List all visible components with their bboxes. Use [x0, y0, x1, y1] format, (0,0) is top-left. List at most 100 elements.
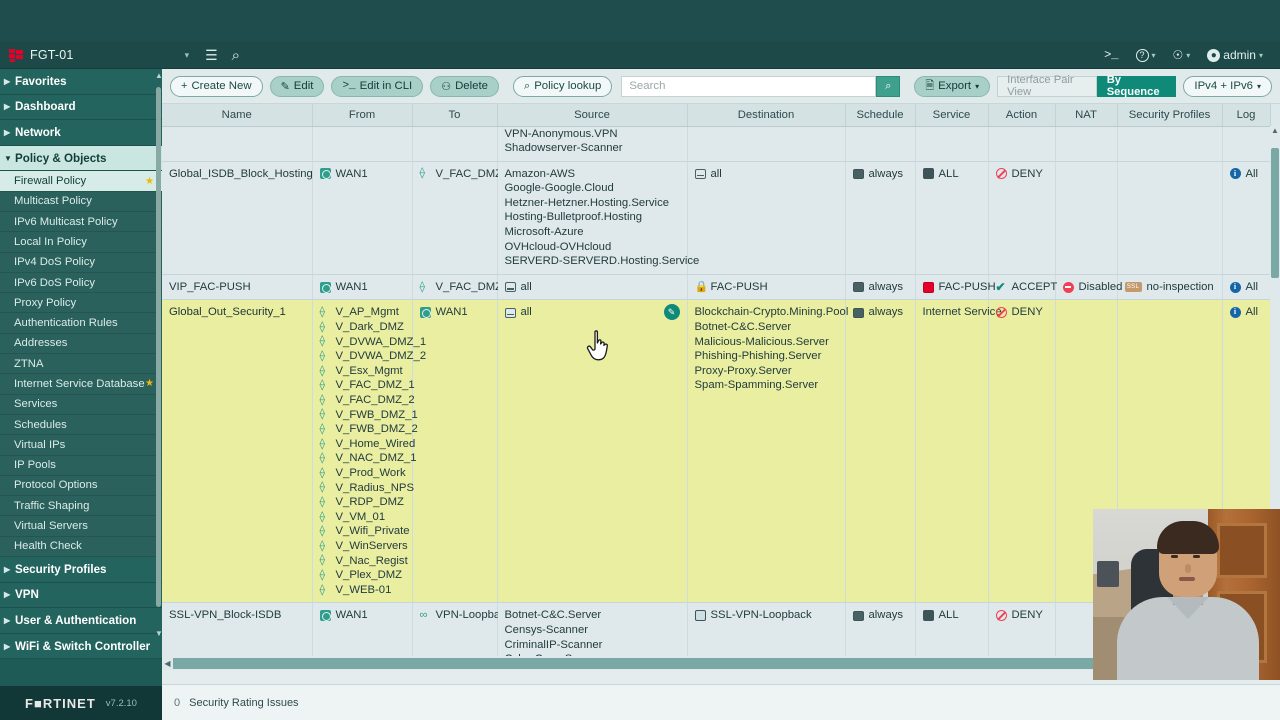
- cell-name[interactable]: [162, 126, 313, 162]
- sidebar-item-ipv6-dos-policy[interactable]: IPv6 DoS Policy: [0, 272, 162, 294]
- table-row[interactable]: VIP_FAC-PUSH WAN1 ⟠ V_FAC_DMZ_2 all 🔒 FAC-…: [162, 274, 1271, 301]
- sidebar-group-wifi-switch-controller[interactable]: ▶ WiFi & Switch Controller: [0, 633, 162, 660]
- column-header-name[interactable]: Name: [162, 104, 313, 127]
- cell-service[interactable]: ALL: [915, 161, 989, 275]
- notifications-menu[interactable]: ☉ ▾: [1166, 48, 1198, 62]
- cell-service[interactable]: FAC-PUSH: [915, 274, 996, 301]
- sidebar-group-vpn[interactable]: ▶ VPN: [0, 582, 162, 609]
- user-menu[interactable]: ● admin ▾: [1200, 48, 1270, 62]
- sidebar-item-protocol-options[interactable]: Protocol Options: [0, 475, 162, 497]
- cell-from[interactable]: ⟠ V_AP_Mgmt ⟠ V_Dark_DMZ ⟠ V_DVWA_DMZ_1 ⟠ V_DVW…: [312, 299, 426, 604]
- cell-action[interactable]: DENY: [988, 299, 1056, 604]
- sidebar-group-security-profiles[interactable]: ▶ Security Profiles: [0, 557, 162, 583]
- sidebar-item-local-in-policy[interactable]: Local In Policy: [0, 232, 162, 253]
- column-header-service[interactable]: Service: [915, 104, 989, 127]
- search-icon[interactable]: ⌕: [232, 47, 240, 64]
- column-header-action[interactable]: Action: [988, 104, 1056, 127]
- tab-interface-pair-view[interactable]: Interface Pair View: [997, 74, 1097, 98]
- column-header-from[interactable]: From: [312, 104, 413, 127]
- cell-to[interactable]: ⟠ V_FAC_DMZ_2: [412, 274, 515, 301]
- cell-to[interactable]: ⟠ V_FAC_DMZ_2: [412, 161, 515, 275]
- security-rating-label[interactable]: Security Rating Issues: [189, 697, 298, 709]
- edit-button[interactable]: ✎ Edit: [269, 75, 325, 97]
- inline-edit-button[interactable]: ✎: [663, 304, 680, 321]
- scroll-left-arrow-icon[interactable]: ◀: [162, 659, 173, 668]
- sidebar-item-addresses[interactable]: Addresses: [0, 333, 162, 355]
- hamburger-menu-icon[interactable]: ☰: [205, 47, 218, 64]
- cell-log[interactable]: i All: [1222, 161, 1271, 275]
- sidebar-item-virtual-ips[interactable]: Virtual IPs: [0, 435, 162, 456]
- sidebar-item-ip-pools[interactable]: IP Pools: [0, 455, 162, 476]
- sidebar-item-ztna[interactable]: ZTNA: [0, 354, 162, 375]
- cell-source[interactable]: all: [497, 274, 688, 301]
- cell-from[interactable]: [312, 126, 413, 162]
- sidebar-item-authentication-rules[interactable]: Authentication Rules: [0, 313, 162, 334]
- cell-name[interactable]: Global_Out_Security_1: [162, 299, 313, 604]
- horizontal-scroll-thumb[interactable]: [173, 657, 1106, 669]
- cell-to[interactable]: [412, 126, 498, 162]
- edit-in-cli-button[interactable]: >_ Edit in CLI: [331, 75, 424, 97]
- delete-button[interactable]: ⚇ Delete: [430, 75, 500, 97]
- cell-action[interactable]: ✔ ACCEPT: [988, 274, 1057, 301]
- cell-action[interactable]: DENY: [988, 161, 1056, 275]
- sidebar-scroll-thumb[interactable]: [156, 87, 161, 607]
- create-new-button[interactable]: + Create New: [170, 75, 263, 97]
- column-header-destination[interactable]: Destination: [687, 104, 846, 127]
- cell-log[interactable]: [1222, 126, 1271, 162]
- cell-log[interactable]: i All: [1222, 274, 1271, 301]
- sidebar-group-network[interactable]: ▶ Network: [0, 120, 162, 146]
- cell-schedule[interactable]: always: [845, 299, 916, 604]
- cell-schedule[interactable]: always: [845, 274, 916, 301]
- sidebar-item-ipv6-multicast-policy[interactable]: IPv6 Multicast Policy: [0, 211, 162, 233]
- sidebar-item-health-check[interactable]: Health Check: [0, 536, 162, 558]
- sidebar-group-user-authentication[interactable]: ▶ User & Authentication: [0, 608, 162, 634]
- sidebar-group-favorites[interactable]: ▶ Favorites: [0, 69, 162, 95]
- search-submit-button[interactable]: ⌕: [876, 75, 901, 97]
- sidebar-item-ipv4-dos-policy[interactable]: IPv4 DoS Policy: [0, 252, 162, 273]
- sidebar-item-traffic-shaping[interactable]: Traffic Shaping: [0, 496, 162, 517]
- scroll-down-arrow-icon[interactable]: ▼: [155, 629, 162, 638]
- scroll-up-arrow-icon[interactable]: ▲: [1270, 126, 1280, 135]
- scroll-up-arrow-icon[interactable]: ▲: [155, 71, 162, 80]
- ip-version-filter-button[interactable]: IPv4 + IPv6 ▾: [1183, 75, 1272, 97]
- cell-action[interactable]: [988, 126, 1056, 162]
- cell-service[interactable]: [915, 126, 989, 162]
- column-header-security-profiles[interactable]: Security Profiles: [1117, 104, 1223, 127]
- cell-name[interactable]: VIP_FAC-PUSH: [162, 274, 313, 301]
- sidebar-group-dashboard[interactable]: ▶ Dashboard: [0, 94, 162, 121]
- sidebar-item-firewall-policy[interactable]: Firewall Policy ★: [0, 171, 162, 192]
- vertical-scroll-thumb[interactable]: [1271, 148, 1279, 278]
- favorite-star-icon[interactable]: ★: [145, 378, 154, 389]
- sidebar-item-services[interactable]: Services: [0, 394, 162, 415]
- favorite-star-icon[interactable]: ★: [145, 176, 154, 187]
- cell-source[interactable]: Amazon-AWS Google-Google.Cloud Hetzner-Het…: [497, 161, 699, 275]
- export-button[interactable]: 🗎 Export ▾: [914, 75, 991, 97]
- sidebar-item-internet-service-database[interactable]: Internet Service Database ★: [0, 374, 162, 395]
- column-header-schedule[interactable]: Schedule: [845, 104, 916, 127]
- cell-nat[interactable]: [1055, 126, 1118, 162]
- help-menu[interactable]: ? ▾: [1129, 48, 1163, 62]
- cell-destination[interactable]: [687, 126, 846, 162]
- cell-service[interactable]: Internet Service: [915, 299, 1002, 604]
- sidebar-item-proxy-policy[interactable]: Proxy Policy: [0, 293, 162, 314]
- cell-schedule[interactable]: always: [845, 161, 916, 275]
- sidebar-item-virtual-servers[interactable]: Virtual Servers: [0, 516, 162, 537]
- cell-security-profiles[interactable]: [1117, 126, 1223, 162]
- cell-source[interactable]: VPN-Anonymous.VPN Shadowserver-Scanner: [497, 126, 688, 162]
- column-header-source[interactable]: Source: [497, 104, 688, 127]
- cell-security-profiles[interactable]: SSL no-inspection: [1117, 274, 1223, 301]
- sidebar-item-multicast-policy[interactable]: Multicast Policy: [0, 191, 162, 212]
- cell-source[interactable]: all ✎: [497, 299, 688, 604]
- table-row[interactable]: VPN-Anonymous.VPN Shadowserver-Scanner: [162, 126, 1271, 162]
- table-row[interactable]: Global_ISDB_Block_Hosting WAN1 ⟠ V_FAC_DM…: [162, 161, 1271, 275]
- device-selector[interactable]: FGT-01 ▾: [9, 48, 189, 62]
- cell-security-profiles[interactable]: [1117, 161, 1223, 275]
- search-input[interactable]: [621, 75, 877, 97]
- cell-name[interactable]: Global_ISDB_Block_Hosting: [162, 161, 313, 275]
- cell-destination[interactable]: 🔒 FAC-PUSH: [687, 274, 846, 301]
- cell-nat[interactable]: Disabled: [1055, 274, 1122, 301]
- cell-schedule[interactable]: [845, 126, 916, 162]
- sidebar-item-schedules[interactable]: Schedules: [0, 414, 162, 436]
- column-header-nat[interactable]: NAT: [1055, 104, 1118, 127]
- column-header-log[interactable]: Log: [1222, 104, 1271, 127]
